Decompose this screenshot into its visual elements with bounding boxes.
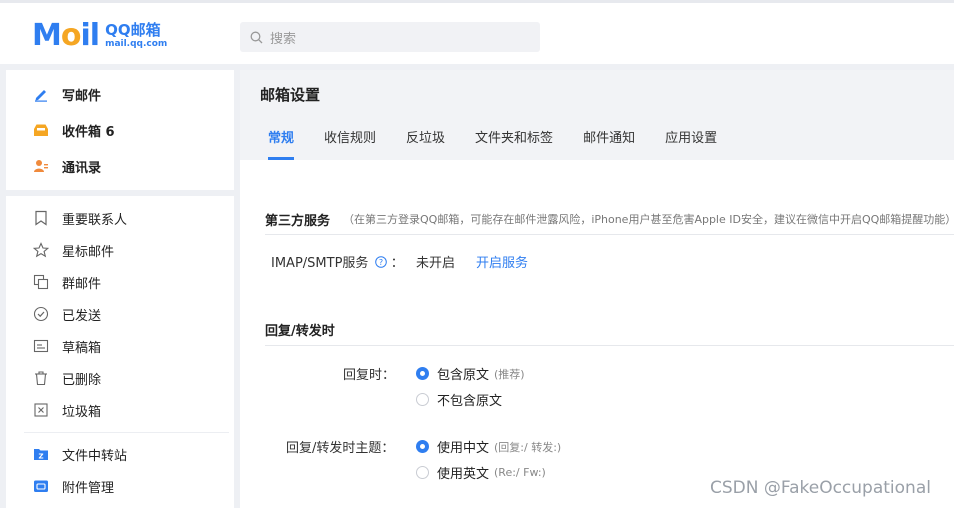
draft-icon xyxy=(32,337,50,355)
sidebar-item-attachments[interactable]: 附件管理 xyxy=(6,470,234,502)
reply-section-title: 回复/转发时 xyxy=(265,324,335,339)
settings-content: 第三方服务 （在第三方登录QQ邮箱，可能存在邮件泄露风险，iPhone用户甚至危… xyxy=(240,160,954,508)
sidebar-item-contacts[interactable]: 通讯录 xyxy=(6,150,234,182)
subject-label: 回复/转发时主题： xyxy=(286,441,395,456)
radio-exclude-original[interactable]: 不包含原文 xyxy=(416,390,502,409)
sidebar-item-inbox[interactable]: 收件箱 6 xyxy=(6,114,234,146)
sidebar-divider xyxy=(24,432,229,433)
spam-icon xyxy=(32,401,50,419)
section-divider xyxy=(265,345,954,346)
tab-mail-notifications[interactable]: 邮件通知 xyxy=(569,126,649,160)
radio-include-original[interactable]: 包含原文 (推荐) xyxy=(416,364,525,383)
sidebar-item-starred[interactable]: 星标邮件 xyxy=(6,234,234,266)
settings-header: 邮箱设置 常规 收信规则 反垃圾 文件夹和标签 邮件通知 应用设置 xyxy=(240,70,954,160)
sidebar-item-sent[interactable]: 已发送 xyxy=(6,298,234,330)
radio-dot xyxy=(416,440,429,453)
enable-service-link[interactable]: 开启服务 xyxy=(476,252,528,271)
search-input[interactable]: 搜索 xyxy=(240,22,540,52)
help-icon[interactable]: ? xyxy=(374,256,387,268)
settings-tabs: 常规 收信规则 反垃圾 文件夹和标签 邮件通知 应用设置 xyxy=(254,126,733,160)
attachment-icon xyxy=(32,477,50,495)
inbox-icon xyxy=(32,121,50,139)
trash-icon xyxy=(32,369,50,387)
radio-dot xyxy=(416,367,429,380)
contacts-icon xyxy=(32,157,50,175)
radio-use-chinese[interactable]: 使用中文 (回复:/ 转发:) xyxy=(416,437,561,456)
qq-mail-logo[interactable]: Moil QQ邮箱 mail.qq.com xyxy=(32,19,167,53)
third-party-section-title: 第三方服务 xyxy=(265,214,331,229)
sidebar-primary: 写邮件 收件箱 6 通讯录 xyxy=(6,70,234,190)
third-party-note: （在第三方登录QQ邮箱，可能存在邮件泄露风险，iPhone用户甚至危害Apple… xyxy=(343,213,954,226)
tab-general[interactable]: 常规 xyxy=(254,126,308,160)
tab-folders-labels[interactable]: 文件夹和标签 xyxy=(461,126,567,160)
page-title: 邮箱设置 xyxy=(260,86,321,104)
logo-wordmark: Moil xyxy=(32,18,100,53)
tab-app-settings[interactable]: 应用设置 xyxy=(651,126,731,160)
logo-qq-text: QQ邮箱 xyxy=(105,21,161,39)
sidebar-item-important-contacts[interactable]: 重要联系人 xyxy=(6,202,234,234)
check-circle-icon xyxy=(32,305,50,323)
svg-text:Z: Z xyxy=(38,452,43,460)
sidebar-item-spam[interactable]: 垃圾箱 xyxy=(6,394,234,426)
star-icon xyxy=(32,241,50,259)
top-header: Moil QQ邮箱 mail.qq.com 搜索 xyxy=(0,0,954,64)
radio-dot xyxy=(416,393,429,406)
tab-receive-rules[interactable]: 收信规则 xyxy=(310,126,390,160)
sidebar-item-deleted[interactable]: 已删除 xyxy=(6,362,234,394)
sidebar-item-group-mail[interactable]: 群邮件 xyxy=(6,266,234,298)
sidebar-item-file-transfer[interactable]: Z 文件中转站 xyxy=(6,438,234,470)
sidebar-item-compose[interactable]: 写邮件 xyxy=(6,78,234,110)
reply-label: 回复时： xyxy=(343,368,396,383)
imap-smtp-label: IMAP/SMTP服务 ? ： xyxy=(271,256,404,271)
file-transfer-icon: Z xyxy=(32,445,50,463)
logo-url-text: mail.qq.com xyxy=(105,39,168,49)
imap-status: 未开启 xyxy=(416,256,456,271)
search-placeholder: 搜索 xyxy=(270,31,297,47)
tab-anti-spam[interactable]: 反垃圾 xyxy=(392,126,459,160)
section-divider xyxy=(265,234,954,235)
group-mail-icon xyxy=(32,273,50,291)
radio-dot xyxy=(416,466,429,479)
search-icon xyxy=(250,31,263,43)
sidebar-item-drafts[interactable]: 草稿箱 xyxy=(6,330,234,362)
csdn-watermark: CSDN @FakeOccupational xyxy=(710,478,931,498)
radio-use-english[interactable]: 使用英文 (Re:/ Fw:) xyxy=(416,463,546,482)
bookmark-icon xyxy=(32,209,50,227)
svg-text:?: ? xyxy=(378,258,382,267)
pen-icon xyxy=(32,85,50,103)
sidebar-folders: 重要联系人 星标邮件 群邮件 已发送 草稿箱 已删除 垃圾箱 Z 文件中转站 附… xyxy=(6,196,234,508)
